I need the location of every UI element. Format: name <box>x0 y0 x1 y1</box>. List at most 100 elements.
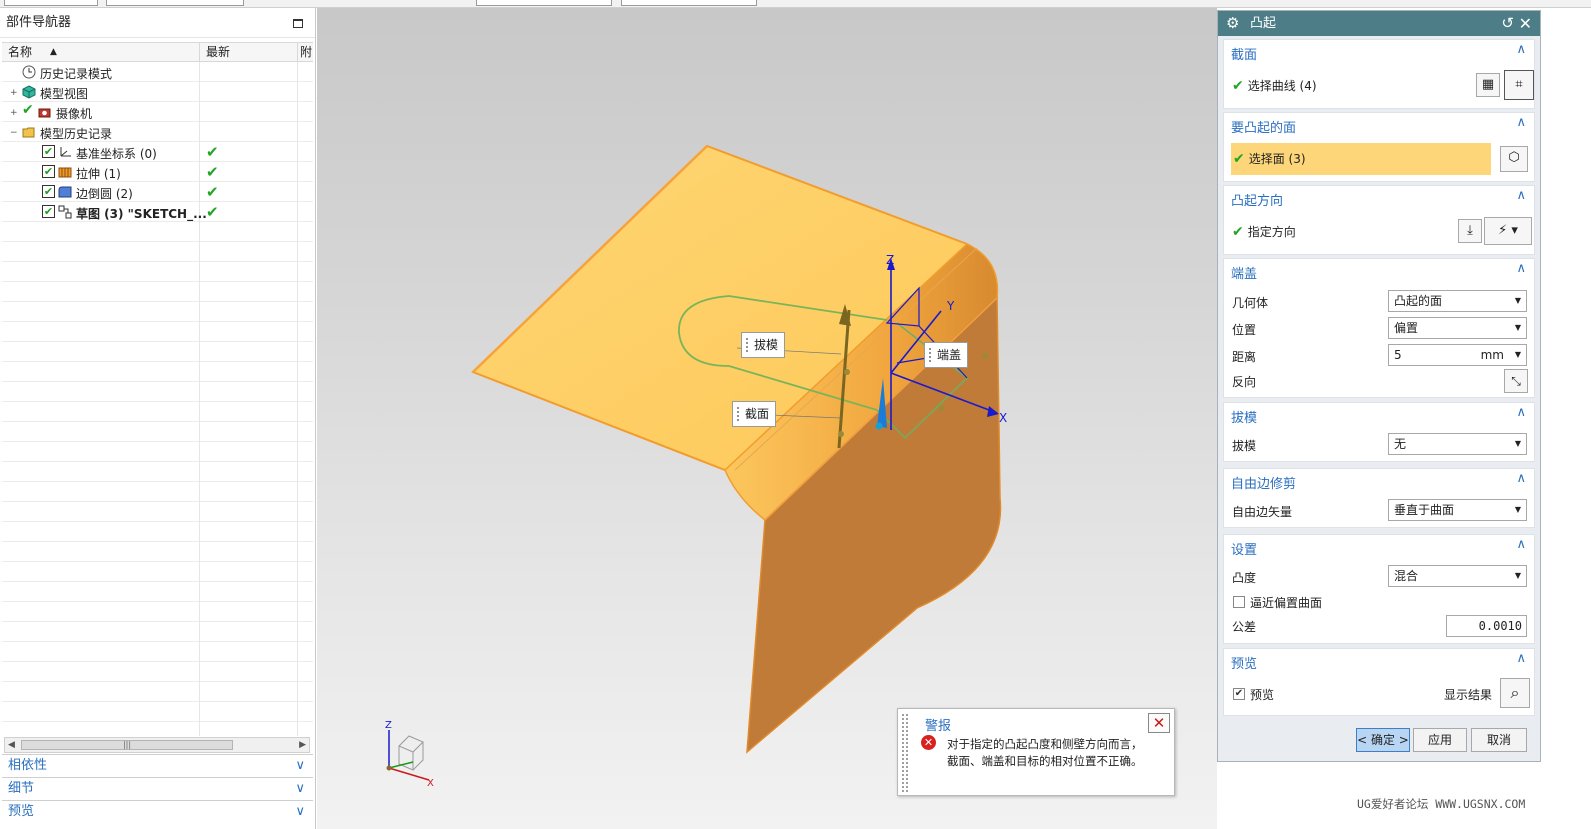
section-header[interactable]: 截面 <box>1231 44 1257 63</box>
graphics-viewport[interactable]: Z Y X Z X 拔模 端盖 截面 <box>317 8 1217 829</box>
specify-direction-row[interactable]: ✔ 指定方向 <box>1232 223 1296 240</box>
chevron-up-icon[interactable]: ∧ <box>1516 115 1526 130</box>
dialog-title-bar[interactable]: ⚙ 凸起 ↺ ✕ <box>1218 11 1540 36</box>
cancel-button[interactable]: 取消 <box>1471 728 1527 752</box>
preview-checkbox[interactable]: ✔ <box>1233 688 1245 700</box>
apply-button[interactable]: 应用 <box>1413 728 1467 752</box>
gear-icon[interactable]: ⚙ <box>1226 11 1239 36</box>
vector-dialog-icon[interactable]: ⚡ ▾ <box>1484 217 1532 245</box>
show-result-magnifier-icon[interactable]: ⌕ <box>1500 678 1530 708</box>
tolerance-label: 公差 <box>1232 620 1257 634</box>
chevron-up-icon[interactable]: ∧ <box>1516 471 1526 486</box>
face-select-icon[interactable]: ⬡ <box>1500 146 1528 172</box>
alert-close-button[interactable]: ✕ <box>1148 713 1170 733</box>
curve-select-icon[interactable]: ⌗ <box>1504 70 1534 100</box>
visibility-checkbox[interactable]: ✔ <box>42 205 55 218</box>
tree-label: 模型视图 <box>40 87 89 101</box>
empty-row <box>2 582 313 602</box>
chevron-up-icon[interactable]: ∧ <box>1516 261 1526 276</box>
column-latest-label: 最新 <box>206 45 231 59</box>
section-handle-label[interactable]: 截面 <box>732 401 777 427</box>
distance-input[interactable]: 5 mm ▼ <box>1388 344 1527 366</box>
cap-handle-label[interactable]: 端盖 <box>924 342 969 368</box>
toolbar-combo[interactable] <box>621 0 757 6</box>
scroll-right-icon[interactable]: ▶ <box>299 738 306 752</box>
emboss-dialog: ⚙ 凸起 ↺ ✕ 截面 ∧ ✔ 选择曲线 (4) ▦ ⌗ 要凸起的面 ∧ ✔ 选择面… <box>1217 10 1541 762</box>
geometry-label: 几何体 <box>1232 296 1269 310</box>
scrollbar-thumb[interactable]: ||| <box>21 740 233 750</box>
sketch-section-icon[interactable]: ▦ <box>1476 73 1500 97</box>
direction-header[interactable]: 凸起方向 <box>1231 190 1283 209</box>
section-details[interactable]: 细节 ∨ <box>2 777 313 799</box>
section-preview[interactable]: 预览 ∨ <box>2 800 313 829</box>
cap-header[interactable]: 端盖 <box>1231 263 1257 282</box>
visibility-checkbox[interactable]: ✔ <box>42 185 55 198</box>
chevron-up-icon[interactable]: ∧ <box>1516 651 1526 666</box>
column-latest[interactable]: 最新 <box>200 43 298 62</box>
chevron-up-icon[interactable]: ∧ <box>1516 537 1526 552</box>
reverse-icon[interactable]: ⤡ <box>1504 369 1528 393</box>
empty-row <box>2 542 313 562</box>
approx-offset-checkbox[interactable] <box>1233 596 1245 608</box>
toolbar-combo[interactable] <box>106 0 244 6</box>
chevron-up-icon[interactable]: ∧ <box>1516 405 1526 420</box>
collapse-icon[interactable]: − <box>10 128 18 138</box>
tree-row[interactable]: + 模型视图 <box>2 82 313 102</box>
tree-row[interactable]: ✔ 拉伸 (1) ✔ <box>2 162 313 182</box>
toolbar-combo[interactable] <box>4 0 98 6</box>
dropdown-arrow-icon: ▼ <box>1514 296 1521 305</box>
sketch-icon <box>58 205 72 219</box>
select-curve-row[interactable]: ✔ 选择曲线 (4) <box>1232 77 1317 94</box>
tolerance-input[interactable]: 0.0010 <box>1446 615 1527 637</box>
camera-icon <box>38 108 51 118</box>
ok-button[interactable]: < 确定 > <box>1356 728 1410 752</box>
section-dependencies[interactable]: 相依性 ∨ <box>2 754 313 776</box>
visibility-checkbox[interactable]: ✔ <box>42 165 55 178</box>
tree-row[interactable]: 历史记录模式 <box>2 62 313 82</box>
distance-value: 5 <box>1394 348 1402 362</box>
tree-row[interactable]: ✔ 草图 (3) "SKETCH_... ✔ <box>2 202 313 222</box>
tree-label: 基准坐标系 (0) <box>76 147 157 161</box>
column-attached[interactable]: 附 <box>298 43 313 62</box>
draft-label-text: 拔模 <box>754 338 779 352</box>
select-face-row[interactable]: ✔ 选择面 (3) <box>1231 143 1491 175</box>
axis-x-label: X <box>999 411 1007 425</box>
horizontal-scrollbar[interactable]: ◀ ||| ▶ <box>4 737 310 753</box>
draft-dropdown[interactable]: 无 ▼ <box>1388 433 1527 455</box>
free-edge-header[interactable]: 自由边修剪 <box>1231 473 1296 492</box>
visibility-checkbox[interactable]: ✔ <box>42 145 55 158</box>
expand-icon[interactable]: + <box>10 108 18 118</box>
tree-row[interactable]: ✔ 基准坐标系 (0) ✔ <box>2 142 313 162</box>
cap-label-text: 端盖 <box>937 348 962 362</box>
section-label-text: 截面 <box>745 407 770 421</box>
scroll-left-icon[interactable]: ◀ <box>8 738 15 752</box>
cap-panel: 端盖 ∧ 几何体 凸起的面 ▼ 位置 偏置 ▼ 距离 5 mm ▼ 反向 ⤡ <box>1223 258 1535 398</box>
chevron-up-icon[interactable]: ∧ <box>1516 188 1526 203</box>
chevron-up-icon[interactable]: ∧ <box>1516 42 1526 57</box>
maximize-icon[interactable] <box>293 19 303 28</box>
face-to-emboss-header[interactable]: 要凸起的面 <box>1231 117 1296 136</box>
free-edge-vector-dropdown[interactable]: 垂直于曲面 ▼ <box>1388 499 1527 521</box>
tree-row[interactable]: − 模型历史记录 <box>2 122 313 142</box>
expand-icon[interactable]: + <box>10 88 18 98</box>
location-dropdown[interactable]: 偏置 ▼ <box>1388 317 1527 339</box>
geometry-dropdown[interactable]: 凸起的面 ▼ <box>1388 290 1527 312</box>
toolbar-combo[interactable] <box>476 0 612 6</box>
tree-row[interactable]: + ✔ 摄像机 <box>2 102 313 122</box>
settings-header[interactable]: 设置 <box>1231 539 1257 558</box>
column-name[interactable]: 名称 ▲ <box>2 43 200 62</box>
draft-header[interactable]: 拔模 <box>1231 407 1257 426</box>
close-icon[interactable]: ✕ <box>1519 11 1532 36</box>
reset-icon[interactable]: ↺ <box>1501 11 1514 36</box>
part-navigator: 部件导航器 名称 ▲ 最新 附 历史记录模式 + 模型视图 + ✔ 摄像机 − … <box>0 8 316 829</box>
reverse-label: 反向 <box>1232 375 1257 389</box>
draft-handle-label[interactable]: 拔模 <box>741 332 786 358</box>
drag-grip-icon[interactable] <box>901 713 909 793</box>
tree-row[interactable]: ✔ 边倒圆 (2) ✔ <box>2 182 313 202</box>
convexity-dropdown[interactable]: 混合 ▼ <box>1388 565 1527 587</box>
folder-icon <box>22 127 35 138</box>
empty-row <box>2 702 313 722</box>
tree-label: 草图 (3) "SKETCH_... <box>76 207 207 221</box>
reverse-direction-icon[interactable]: ⤓ <box>1458 219 1482 243</box>
preview-header[interactable]: 预览 <box>1231 653 1257 672</box>
